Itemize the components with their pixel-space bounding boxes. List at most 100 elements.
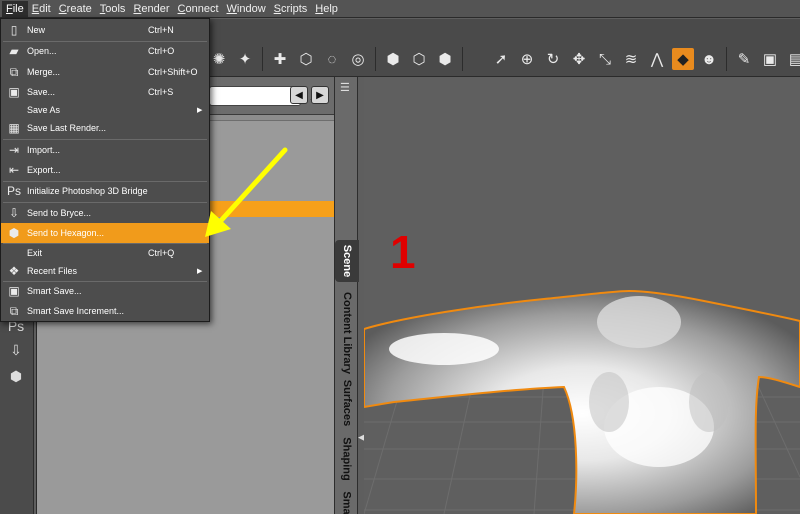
tab-content-library-label: Content Library [341, 292, 353, 374]
folder-icon: ▰ [9, 44, 19, 58]
menu-render[interactable]: Render [129, 1, 173, 17]
tab-smart-label: Sma [341, 491, 353, 514]
menu-item-save-as[interactable]: Save As ▶ [1, 100, 209, 120]
translate-tool-icon[interactable]: ✥ [568, 48, 590, 70]
rotate-tool-icon[interactable]: ↻ [542, 48, 564, 70]
submenu-arrow-icon: ▶ [197, 268, 203, 275]
cube-outline-icon[interactable]: ⬢ [382, 48, 404, 70]
tab-scene-label: Scene [341, 244, 354, 278]
step-number-annotation: 1 [390, 226, 416, 278]
search-input[interactable] [209, 86, 301, 106]
selected-scene-row[interactable] [209, 201, 335, 217]
spotlight-icon[interactable]: ✦ [234, 48, 256, 70]
brush-icon[interactable]: ✎ [733, 48, 755, 70]
menu-item-label: Save As [27, 105, 61, 115]
menu-item-smart-save-increment[interactable]: ⧉ Smart Save Increment... [1, 301, 209, 321]
universal-tool-icon[interactable]: ⊕ [516, 48, 538, 70]
menu-connect[interactable]: Connect [174, 1, 223, 17]
menu-item-send-to-bryce[interactable]: ⇩ Send to Bryce... [1, 203, 209, 223]
merge-icon: ⧉ [9, 64, 19, 79]
twist-tool-icon[interactable]: ≋ [620, 48, 642, 70]
menu-item-label: Export... [27, 165, 61, 175]
floppy-icon: ▣ [8, 85, 20, 99]
photoshop-icon: Ps [6, 184, 21, 198]
panel-menu-icon[interactable]: ☰ [340, 81, 354, 94]
menu-file[interactable]: File [2, 0, 28, 17]
side-tab-bar: ☰ Scene Content Library Surfaces Shaping… [334, 77, 359, 514]
cube-create-icon[interactable]: ⬡ [295, 48, 317, 70]
submenu-arrow-icon: ▶ [197, 107, 203, 114]
menu-item-import[interactable]: ⇥ Import... [1, 140, 209, 160]
menu-item-label: Recent Files [27, 266, 78, 276]
menu-item-label: New [27, 25, 46, 35]
scale-tool-icon[interactable]: ⤡ [594, 48, 616, 70]
render-window-icon[interactable]: ▤ [785, 48, 800, 70]
file-menu-dropdown: ▯ New Ctrl+N ▰ Open... Ctrl+O ⧉ Merge...… [0, 18, 210, 322]
toolbar-separator [375, 47, 376, 71]
back-button[interactable]: ◀ [290, 86, 308, 104]
menu-tools[interactable]: Tools [96, 1, 130, 17]
render-frame-icon[interactable]: ▣ [759, 48, 781, 70]
menu-item-open[interactable]: ▰ Open... Ctrl+O [1, 41, 209, 61]
toolbar-group-left: ✺ ✦ ✚ ⬡ ◌ ◎ ⬢ ⬡ ⬢ [206, 45, 467, 73]
menu-scripts[interactable]: Scripts [270, 1, 312, 17]
menu-item-send-to-hexagon[interactable]: ⬢ Send to Hexagon... [1, 223, 209, 243]
menu-item-label: Merge... [27, 67, 61, 77]
menu-item-label: Open... [27, 46, 57, 56]
menu-help[interactable]: Help [311, 1, 342, 17]
menu-item-shortcut: Ctrl+S [148, 87, 174, 97]
tab-surfaces[interactable]: Surfaces [335, 377, 359, 429]
menu-item-shortcut: Ctrl+Q [148, 248, 175, 258]
menu-item-new[interactable]: ▯ New Ctrl+N [1, 20, 209, 40]
forward-button[interactable]: ▶ [311, 86, 329, 104]
joint-editor-icon[interactable]: ⋀ [646, 48, 668, 70]
export-icon: ⇤ [8, 163, 20, 177]
hexagon-send-icon[interactable]: ⬢ [4, 365, 28, 387]
rotate-create-icon[interactable]: ◎ [347, 48, 369, 70]
menu-item-recent-files[interactable]: ❖ Recent Files ▶ [1, 261, 209, 281]
cube-grid-icon[interactable]: ⬡ [408, 48, 430, 70]
bryce-send-icon[interactable]: ⇩ [4, 339, 28, 361]
menu-item-save-last-render[interactable]: ▦ Save Last Render... [1, 118, 209, 138]
menu-window[interactable]: Window [223, 1, 270, 17]
menu-item-shortcut: Ctrl+O [148, 46, 175, 56]
menu-item-label: Smart Save... [27, 286, 82, 296]
cube-solid-icon[interactable]: ⬢ [434, 48, 456, 70]
menu-item-shortcut: Ctrl+Shift+O [148, 67, 198, 77]
tab-scene[interactable]: Scene [335, 240, 359, 282]
tab-shaping-label: Shaping [341, 437, 354, 481]
menu-item-label: Send to Hexagon... [27, 228, 105, 238]
node-weight-icon[interactable]: ◆ [672, 48, 694, 70]
toolbar-separator [462, 47, 463, 71]
menu-create[interactable]: Create [55, 1, 96, 17]
menu-edit[interactable]: Edit [28, 1, 55, 17]
import-icon: ⇥ [8, 143, 20, 157]
menu-item-photoshop-bridge[interactable]: Ps Initialize Photoshop 3D Bridge [1, 181, 209, 201]
menu-item-label: Exit [27, 248, 43, 258]
lasso-icon[interactable]: ◌ [321, 48, 343, 70]
render-save-icon: ▦ [8, 121, 20, 135]
menu-item-merge[interactable]: ⧉ Merge... Ctrl+Shift+O [1, 62, 209, 82]
menu-item-save[interactable]: ▣ Save... Ctrl+S [1, 82, 209, 102]
toolbar-separator [262, 47, 263, 71]
tab-content-library[interactable]: Content Library [335, 287, 359, 379]
menu-item-exit[interactable]: Exit Ctrl+Q [1, 243, 209, 263]
select-pointer-icon[interactable]: ➚ [490, 48, 512, 70]
tab-shaping[interactable]: Shaping [335, 435, 359, 483]
menu-item-label: Send to Bryce... [27, 208, 92, 218]
aperture-icon[interactable]: ✺ [208, 48, 230, 70]
figure-torso [364, 289, 800, 514]
hexagon-icon: ⬢ [8, 226, 20, 240]
page-icon: ▯ [10, 23, 18, 37]
menu-item-export[interactable]: ⇤ Export... [1, 160, 209, 180]
figure-pose-icon[interactable]: ☻ [698, 48, 720, 70]
menu-item-smart-save[interactable]: ▣ Smart Save... [1, 281, 209, 301]
tab-smart[interactable]: Sma [335, 491, 359, 514]
viewport-scene [364, 289, 800, 514]
camera-create-icon[interactable]: ✚ [269, 48, 291, 70]
toolbar-group-right: ➚ ⊕ ↻ ✥ ⤡ ≋ ⋀ ◆ ☻ ✎ ▣ ▤ [488, 45, 800, 73]
menu-bar: File Edit Create Tools Render Connect Wi… [0, 0, 800, 18]
3d-viewport[interactable] [364, 77, 800, 514]
menu-item-label: Smart Save Increment... [27, 306, 125, 316]
tab-surfaces-label: Surfaces [341, 379, 354, 427]
